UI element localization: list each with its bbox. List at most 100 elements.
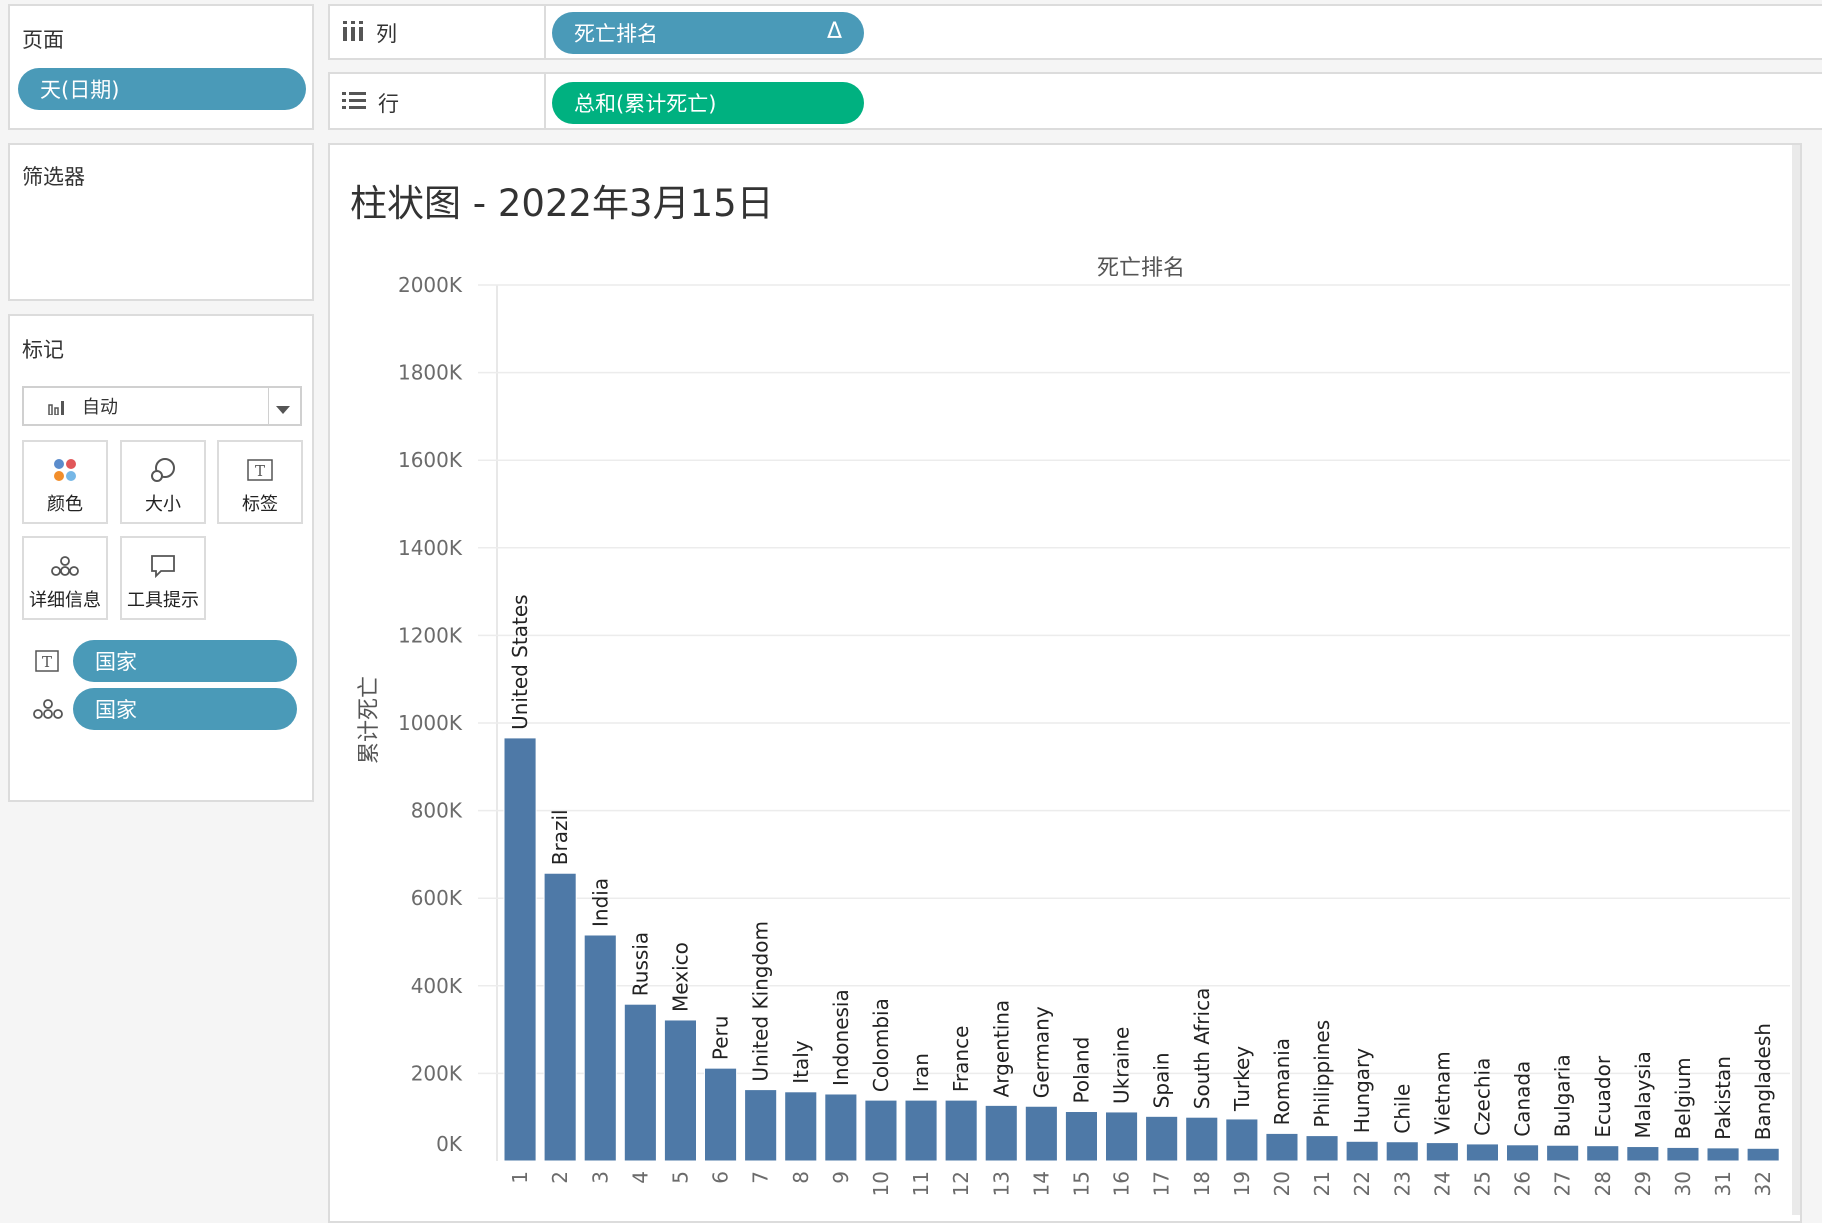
bar bbox=[1385, 1141, 1419, 1162]
bar-data-label: Peru bbox=[709, 1016, 733, 1061]
bar bbox=[1105, 1111, 1139, 1162]
bar-data-label: France bbox=[949, 1026, 973, 1093]
tooltip-card-label: 工具提示 bbox=[127, 590, 199, 611]
y-tick-label: 1600K bbox=[398, 448, 463, 472]
bar-data-label: Canada bbox=[1511, 1061, 1535, 1137]
rows-shelf: 行 总和(累计死亡) bbox=[328, 72, 1822, 130]
vertical-scrollbar[interactable] bbox=[1792, 145, 1800, 1215]
mark-type-dropdown[interactable]: 自动 bbox=[22, 386, 302, 426]
bar bbox=[1546, 1144, 1580, 1162]
bar bbox=[1305, 1135, 1339, 1162]
columns-label: 列 bbox=[376, 22, 397, 46]
bar-data-label: Czechia bbox=[1470, 1058, 1494, 1136]
bar-data-label: Russia bbox=[628, 932, 652, 996]
x-tick-label: 3 bbox=[588, 1171, 612, 1184]
label-card[interactable]: T 标签 bbox=[217, 440, 303, 524]
bar bbox=[1265, 1132, 1299, 1162]
bar bbox=[1465, 1143, 1500, 1162]
bar bbox=[1145, 1115, 1179, 1162]
bar-data-label: Chile bbox=[1390, 1084, 1414, 1134]
bar-data-label: Argentina bbox=[989, 1000, 1013, 1098]
detail-field-icon bbox=[32, 698, 64, 724]
bar-data-label: Belgium bbox=[1671, 1057, 1695, 1139]
bar-data-label: Indonesia bbox=[829, 989, 853, 1086]
color-card-label: 颜色 bbox=[47, 494, 83, 515]
x-tick-label: 5 bbox=[668, 1171, 692, 1184]
x-tick-label: 9 bbox=[829, 1171, 853, 1184]
rows-icon bbox=[342, 91, 378, 116]
x-tick-label: 23 bbox=[1390, 1171, 1414, 1196]
bar bbox=[1626, 1146, 1660, 1162]
bar bbox=[904, 1099, 938, 1162]
x-tick-label: 29 bbox=[1631, 1171, 1655, 1196]
color-card[interactable]: 颜色 bbox=[22, 440, 108, 524]
bar-data-label: Iran bbox=[909, 1053, 933, 1092]
chart-view: 柱状图 - 2022年3月15日 死亡排名 累计死亡 United States… bbox=[328, 143, 1802, 1223]
label-card-label: 标签 bbox=[242, 494, 278, 515]
color-icon bbox=[24, 456, 106, 484]
x-tick-label: 8 bbox=[789, 1171, 813, 1184]
rows-pill[interactable]: 总和(累计死亡) bbox=[552, 82, 864, 124]
mark-type-label: 自动 bbox=[82, 397, 118, 418]
y-tick-label: 1400K bbox=[398, 536, 463, 560]
size-icon bbox=[122, 456, 204, 484]
bar-data-label: Hungary bbox=[1350, 1048, 1374, 1134]
bar bbox=[784, 1091, 818, 1162]
bar-data-label: South Africa bbox=[1190, 988, 1214, 1110]
columns-pill-label: 死亡排名 bbox=[574, 22, 658, 46]
bar-data-label: India bbox=[588, 878, 612, 927]
size-card-label: 大小 bbox=[145, 494, 181, 515]
label-field-pill[interactable]: 国家 bbox=[73, 640, 297, 682]
y-tick-label: 600K bbox=[411, 886, 463, 910]
bar-data-label: United Kingdom bbox=[749, 921, 773, 1082]
bar-data-label: Bangladesh bbox=[1751, 1023, 1775, 1140]
x-tick-label: 31 bbox=[1711, 1171, 1735, 1196]
x-tick-label: 27 bbox=[1551, 1171, 1575, 1196]
filters-shelf-title: 筛选器 bbox=[22, 165, 85, 189]
bar-data-label: Vietnam bbox=[1430, 1051, 1454, 1134]
size-card[interactable]: 大小 bbox=[120, 440, 206, 524]
x-tick-label: 12 bbox=[949, 1171, 973, 1196]
bar bbox=[583, 934, 617, 1162]
x-tick-label: 2 bbox=[548, 1171, 572, 1184]
y-tick-label: 400K bbox=[411, 974, 463, 998]
x-tick-label: 6 bbox=[709, 1171, 733, 1184]
tooltip-icon bbox=[122, 552, 204, 580]
bar-data-label: Poland bbox=[1069, 1037, 1093, 1104]
x-tick-label: 25 bbox=[1470, 1171, 1494, 1196]
pages-pill[interactable]: 天(日期) bbox=[18, 68, 306, 110]
rows-label: 行 bbox=[378, 92, 399, 116]
filters-shelf[interactable]: 筛选器 bbox=[8, 143, 314, 301]
x-tick-label: 10 bbox=[869, 1171, 893, 1196]
y-tick-label: 2000K bbox=[398, 273, 463, 297]
bar-data-label: Italy bbox=[789, 1040, 813, 1084]
detail-field-pill[interactable]: 国家 bbox=[73, 688, 297, 730]
columns-pill[interactable]: 死亡排名 Δ bbox=[552, 12, 864, 54]
bar bbox=[1586, 1145, 1620, 1162]
x-tick-label: 30 bbox=[1671, 1171, 1695, 1196]
bar bbox=[1185, 1116, 1219, 1162]
tooltip-card[interactable]: 工具提示 bbox=[120, 536, 206, 620]
detail-card[interactable]: 详细信息 bbox=[22, 536, 108, 620]
column-header-label: 死亡排名 bbox=[1097, 256, 1185, 281]
columns-icon bbox=[342, 20, 376, 47]
x-tick-label: 13 bbox=[989, 1171, 1013, 1196]
bar bbox=[1506, 1144, 1540, 1162]
bar bbox=[1666, 1146, 1700, 1162]
x-tick-label: 26 bbox=[1511, 1171, 1535, 1196]
bar bbox=[864, 1099, 898, 1162]
bar-data-label: Romania bbox=[1270, 1038, 1294, 1125]
rows-label-cell: 行 bbox=[330, 74, 546, 128]
bar bbox=[984, 1104, 1018, 1162]
chevron-down-icon bbox=[276, 400, 290, 419]
y-tick-label: 1200K bbox=[398, 623, 463, 647]
pages-shelf: 页面 天(日期) bbox=[8, 4, 314, 130]
x-tick-label: 1 bbox=[508, 1171, 532, 1184]
x-tick-label: 16 bbox=[1110, 1171, 1134, 1196]
x-tick-label: 15 bbox=[1069, 1171, 1093, 1196]
bar-data-label: Ukraine bbox=[1110, 1027, 1134, 1104]
bar bbox=[1225, 1118, 1259, 1162]
x-tick-label: 32 bbox=[1751, 1171, 1775, 1196]
bar-data-label: Pakistan bbox=[1711, 1056, 1735, 1140]
x-tick-label: 28 bbox=[1591, 1171, 1615, 1196]
